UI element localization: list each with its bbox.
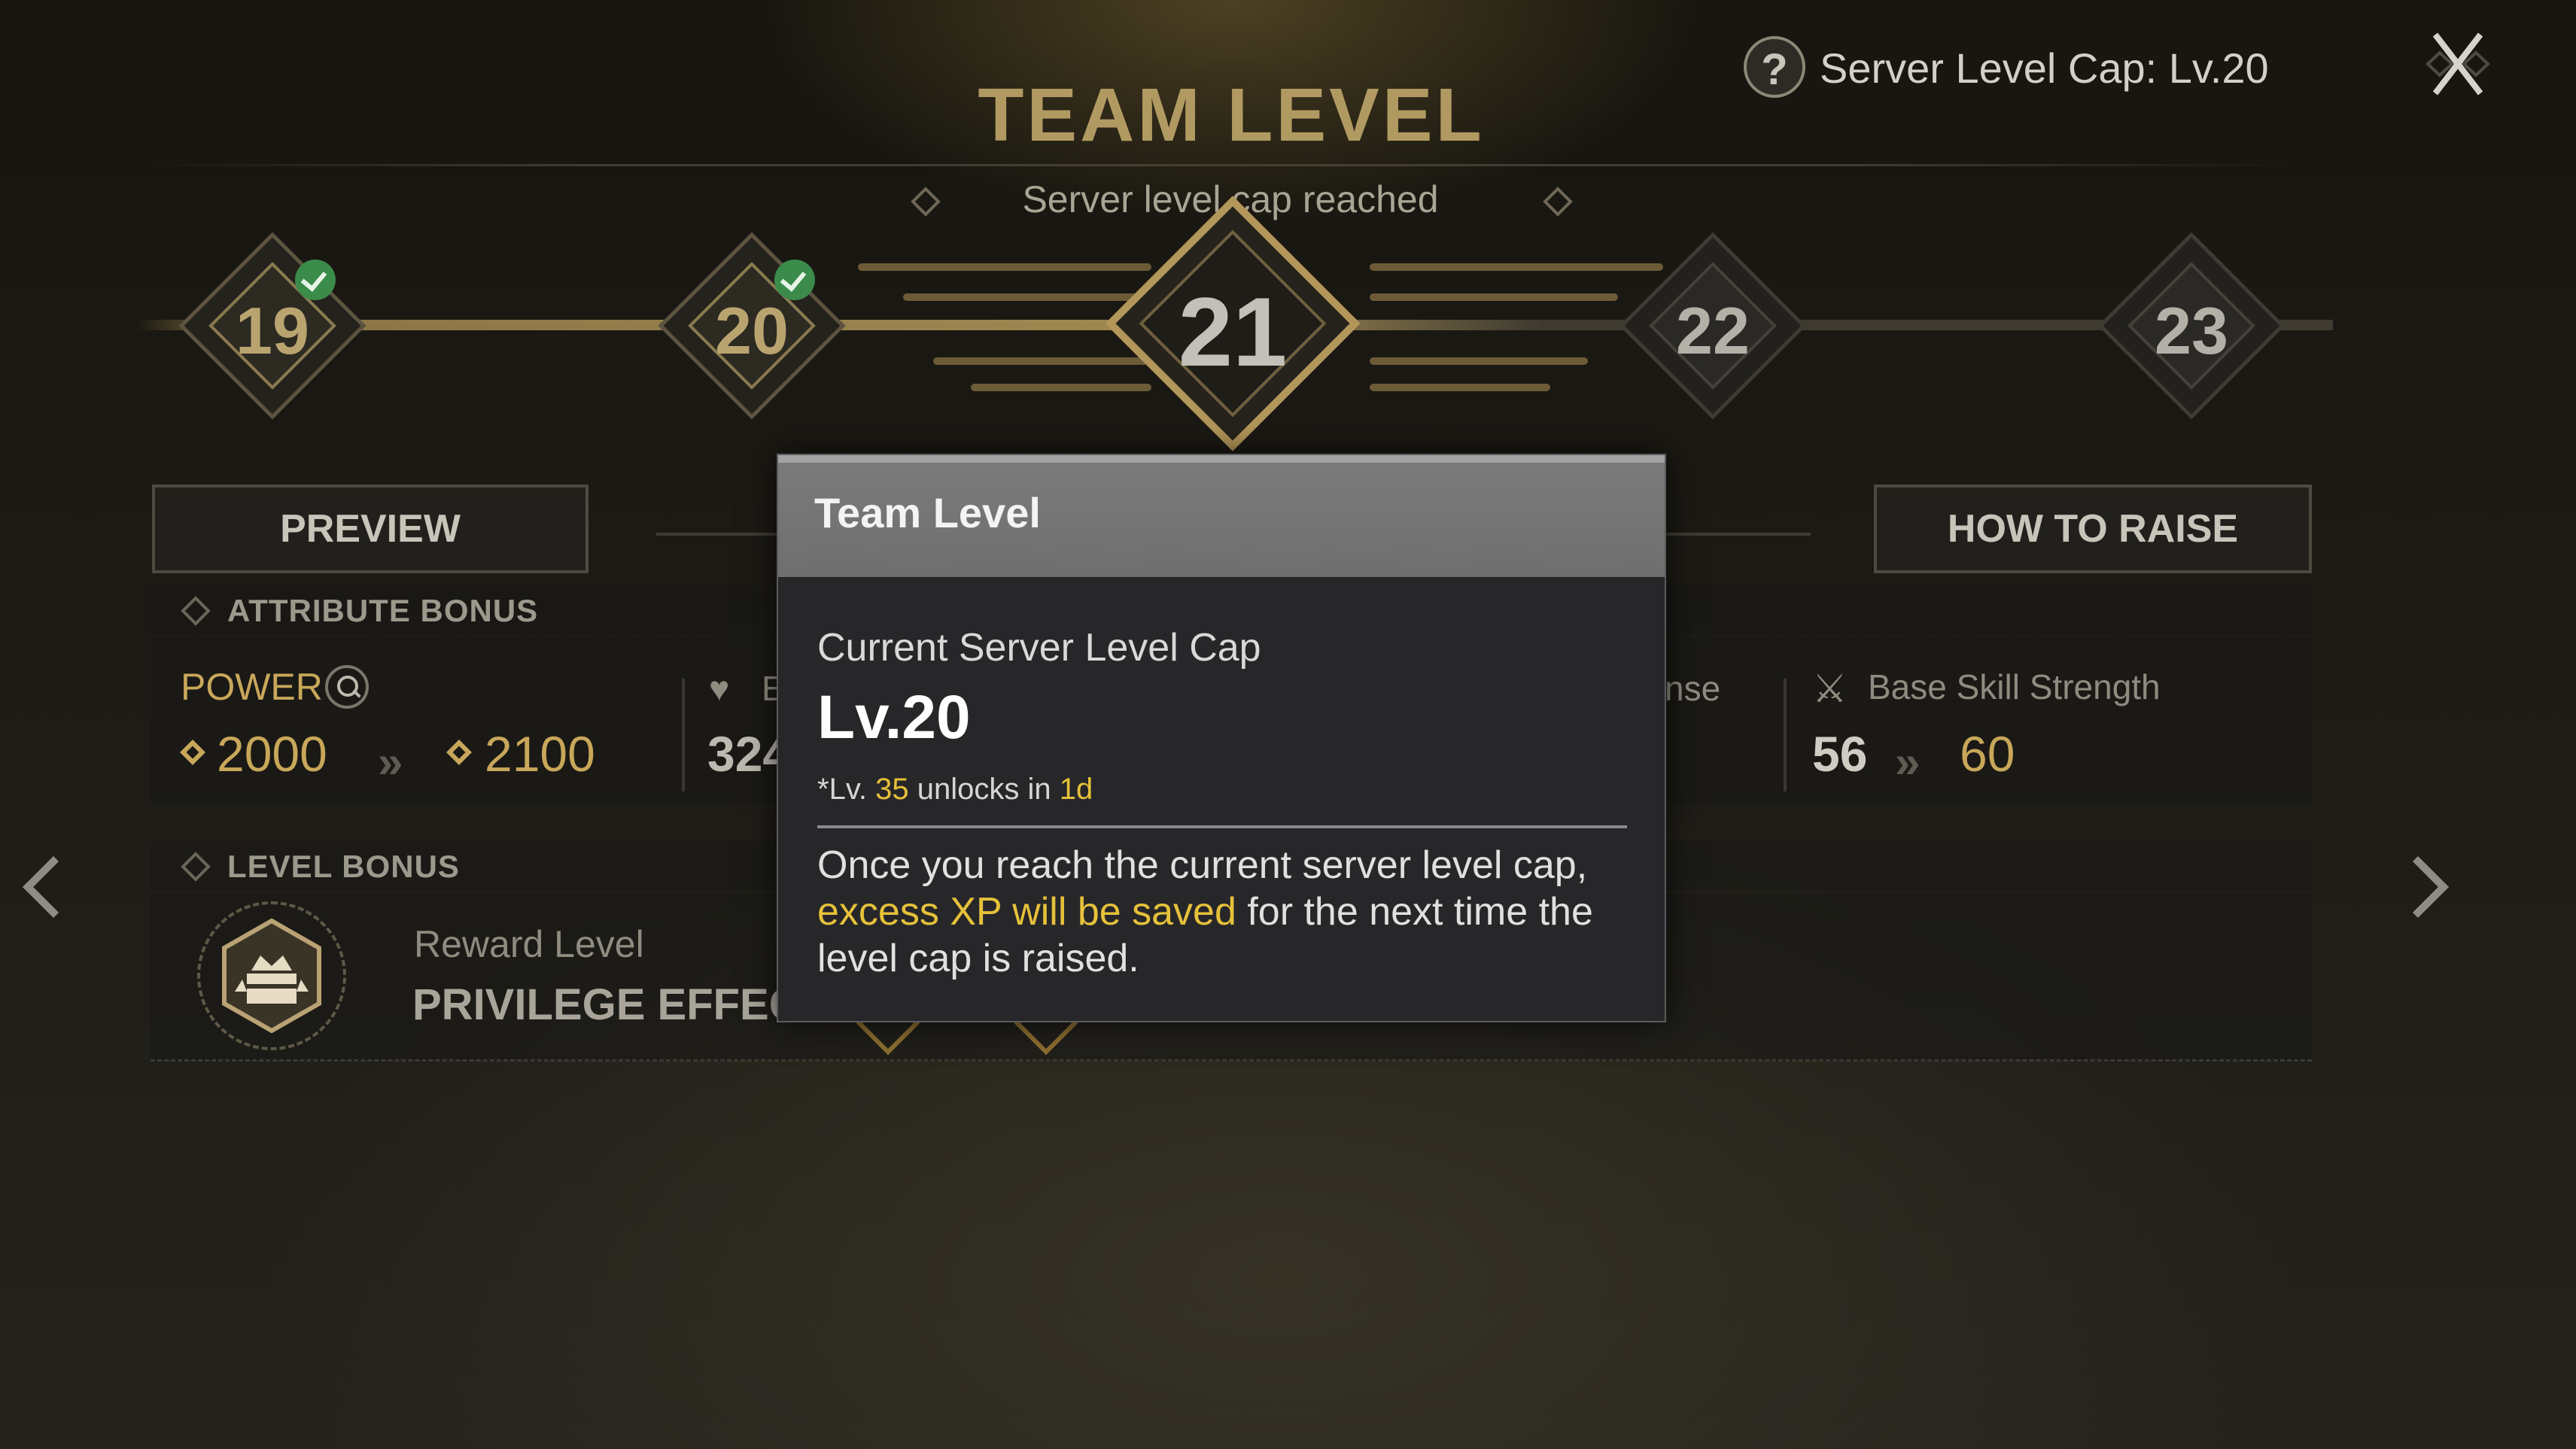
- body-part1: Once you reach the current server level …: [817, 843, 1588, 887]
- stat-divider: [682, 679, 685, 791]
- subtitle-right-diamond-icon: [1543, 187, 1573, 217]
- divider-line: [1663, 533, 1811, 536]
- level-number: 20: [715, 293, 789, 368]
- level-number: 23: [2155, 293, 2228, 368]
- level-node-22[interactable]: 22: [1619, 222, 1807, 428]
- base-skill-to-value: 60: [1960, 726, 2015, 782]
- body-highlight: excess XP will be saved: [817, 890, 1236, 934]
- tooltip-unlock-note: *Lv. 35 unlocks in 1d: [817, 773, 1093, 807]
- power-from-value: 2000: [217, 726, 327, 782]
- reward-badge[interactable]: [197, 901, 346, 1050]
- close-x-icon: [2425, 32, 2490, 96]
- tooltip-label: Current Server Level Cap: [817, 626, 1261, 670]
- level-node-23[interactable]: 23: [2097, 222, 2286, 428]
- level-number: 22: [1676, 293, 1750, 368]
- server-level-cap-label: Server Level Cap: Lv.20: [1820, 44, 2269, 92]
- level-node-20[interactable]: 20: [658, 222, 846, 428]
- level-number: 19: [236, 293, 309, 368]
- power-label: POWER: [181, 666, 323, 708]
- base-skill-label: Base Skill Strength: [1868, 667, 2161, 706]
- base-skill-from-value: 56: [1812, 726, 1868, 782]
- tooltip-divider: [817, 825, 1627, 828]
- stat-divider: [1784, 679, 1787, 791]
- chevron-right-icon: [2386, 855, 2450, 919]
- note-time: 1d: [1059, 773, 1093, 806]
- stat4-label: nse: [1665, 669, 1721, 708]
- level-node-21-current[interactable]: 21: [1097, 196, 1368, 451]
- tooltip-value: Lv.20: [817, 683, 971, 752]
- divider-line: [656, 533, 792, 536]
- help-icon[interactable]: ?: [1744, 36, 1805, 98]
- note-prefix: *Lv.: [817, 773, 867, 806]
- crown-chest-icon: [222, 918, 321, 1034]
- arrow-right-icon: »: [378, 737, 403, 787]
- previous-level-button[interactable]: [14, 849, 85, 924]
- tooltip-body: Once you reach the current server level …: [817, 842, 1630, 982]
- next-level-button[interactable]: [2386, 849, 2450, 924]
- level-number: 21: [1178, 277, 1288, 387]
- preview-button[interactable]: PREVIEW: [152, 485, 588, 573]
- power-to-value: 2100: [485, 726, 595, 782]
- level-bonus-heading: LEVEL BONUS: [227, 849, 460, 884]
- power-magnifier-icon[interactable]: [325, 665, 369, 709]
- how-to-raise-button[interactable]: HOW TO RAISE: [1874, 485, 2312, 573]
- note-mid: unlocks in: [917, 773, 1051, 806]
- close-button[interactable]: [2408, 30, 2508, 98]
- attribute-bonus-heading: ATTRIBUTE BONUS: [227, 593, 539, 628]
- privilege-effect-text: PRIVILEGE EFFECT: [412, 980, 828, 1029]
- reward-level-label: Reward Level: [414, 923, 644, 965]
- arrow-right-icon: »: [1895, 737, 1921, 787]
- level-node-19[interactable]: 19: [178, 222, 366, 428]
- team-level-tooltip: Team Level Current Server Level Cap Lv.2…: [777, 454, 1666, 1022]
- completed-check-icon: [774, 260, 815, 300]
- crossed-swords-icon: ⚔: [1812, 667, 1848, 711]
- completed-check-icon: [295, 260, 336, 300]
- title-divider: [151, 164, 2288, 166]
- chevron-left-icon: [22, 855, 85, 919]
- note-level: 35: [875, 773, 909, 806]
- tooltip-title: Team Level: [814, 489, 1041, 536]
- heart-icon: ♥: [709, 669, 730, 708]
